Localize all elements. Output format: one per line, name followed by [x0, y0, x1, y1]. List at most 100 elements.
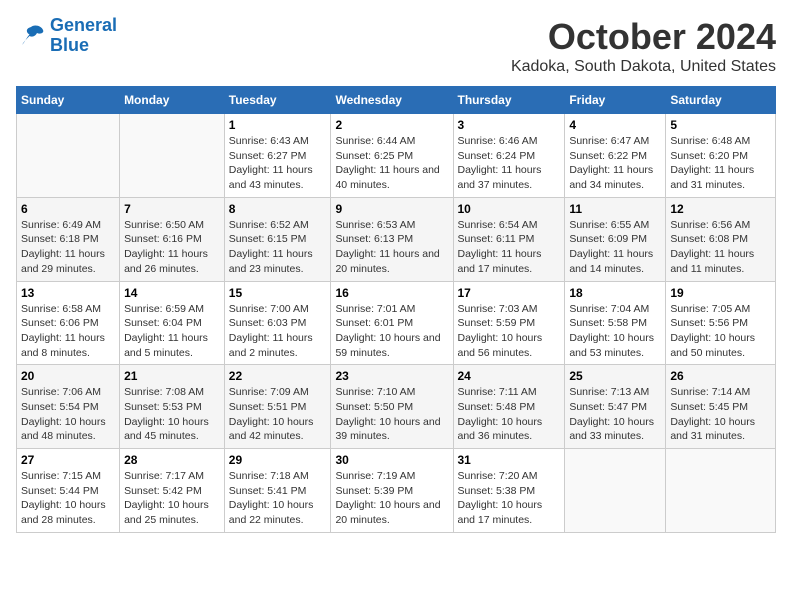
calendar-week-row: 27 Sunrise: 7:15 AM Sunset: 5:44 PM Dayli… — [17, 449, 776, 533]
day-info: Sunrise: 7:20 AM Sunset: 5:38 PM Dayligh… — [458, 469, 561, 528]
day-info: Sunrise: 7:18 AM Sunset: 5:41 PM Dayligh… — [229, 469, 327, 528]
logo: General Blue — [16, 16, 117, 56]
day-number: 27 — [21, 453, 115, 467]
calendar-day-cell: 20 Sunrise: 7:06 AM Sunset: 5:54 PM Dayli… — [17, 365, 120, 449]
day-info: Sunrise: 6:50 AM Sunset: 6:16 PM Dayligh… — [124, 218, 220, 277]
calendar-week-row: 1 Sunrise: 6:43 AM Sunset: 6:27 PM Daylig… — [17, 114, 776, 198]
day-info: Sunrise: 7:13 AM Sunset: 5:47 PM Dayligh… — [569, 385, 661, 444]
day-info: Sunrise: 7:19 AM Sunset: 5:39 PM Dayligh… — [335, 469, 448, 528]
day-info: Sunrise: 7:10 AM Sunset: 5:50 PM Dayligh… — [335, 385, 448, 444]
day-info: Sunrise: 6:46 AM Sunset: 6:24 PM Dayligh… — [458, 134, 561, 193]
day-info: Sunrise: 7:04 AM Sunset: 5:58 PM Dayligh… — [569, 302, 661, 361]
day-number: 14 — [124, 286, 220, 300]
day-number: 10 — [458, 202, 561, 216]
calendar-week-row: 6 Sunrise: 6:49 AM Sunset: 6:18 PM Daylig… — [17, 197, 776, 281]
calendar-day-cell: 30 Sunrise: 7:19 AM Sunset: 5:39 PM Dayli… — [331, 449, 453, 533]
calendar-day-cell: 1 Sunrise: 6:43 AM Sunset: 6:27 PM Daylig… — [224, 114, 331, 198]
day-number: 1 — [229, 118, 327, 132]
calendar-day-cell — [565, 449, 666, 533]
day-number: 29 — [229, 453, 327, 467]
day-number: 2 — [335, 118, 448, 132]
day-info: Sunrise: 6:56 AM Sunset: 6:08 PM Dayligh… — [670, 218, 771, 277]
calendar-day-cell: 7 Sunrise: 6:50 AM Sunset: 6:16 PM Daylig… — [120, 197, 225, 281]
title-area: October 2024 Kadoka, South Dakota, Unite… — [511, 16, 776, 76]
day-number: 19 — [670, 286, 771, 300]
logo-icon — [16, 21, 46, 51]
calendar-day-cell: 27 Sunrise: 7:15 AM Sunset: 5:44 PM Dayli… — [17, 449, 120, 533]
day-number: 7 — [124, 202, 220, 216]
calendar-day-cell: 22Sunrise: 7:09 AM Sunset: 5:51 PM Dayli… — [224, 365, 331, 449]
calendar-day-cell: 4 Sunrise: 6:47 AM Sunset: 6:22 PM Daylig… — [565, 114, 666, 198]
day-info: Sunrise: 7:06 AM Sunset: 5:54 PM Dayligh… — [21, 385, 115, 444]
calendar-day-cell — [666, 449, 776, 533]
day-info: Sunrise: 7:05 AM Sunset: 5:56 PM Dayligh… — [670, 302, 771, 361]
day-info: Sunrise: 6:55 AM Sunset: 6:09 PM Dayligh… — [569, 218, 661, 277]
day-number: 30 — [335, 453, 448, 467]
day-info: Sunrise: 6:54 AM Sunset: 6:11 PM Dayligh… — [458, 218, 561, 277]
day-info: Sunrise: 6:53 AM Sunset: 6:13 PM Dayligh… — [335, 218, 448, 277]
day-info: Sunrise: 6:48 AM Sunset: 6:20 PM Dayligh… — [670, 134, 771, 193]
calendar-day-cell: 17 Sunrise: 7:03 AM Sunset: 5:59 PM Dayli… — [453, 281, 565, 365]
calendar-day-cell: 16Sunrise: 7:01 AM Sunset: 6:01 PM Dayli… — [331, 281, 453, 365]
calendar-day-cell: 3 Sunrise: 6:46 AM Sunset: 6:24 PM Daylig… — [453, 114, 565, 198]
day-info: Sunrise: 7:08 AM Sunset: 5:53 PM Dayligh… — [124, 385, 220, 444]
day-of-week-header: Monday — [120, 87, 225, 114]
calendar-day-cell: 9Sunrise: 6:53 AM Sunset: 6:13 PM Daylig… — [331, 197, 453, 281]
calendar-day-cell: 11 Sunrise: 6:55 AM Sunset: 6:09 PM Dayli… — [565, 197, 666, 281]
calendar-day-cell: 8Sunrise: 6:52 AM Sunset: 6:15 PM Daylig… — [224, 197, 331, 281]
day-number: 4 — [569, 118, 661, 132]
calendar-day-cell: 29 Sunrise: 7:18 AM Sunset: 5:41 PM Dayli… — [224, 449, 331, 533]
day-number: 23 — [335, 369, 448, 383]
day-number: 28 — [124, 453, 220, 467]
month-title: October 2024 — [511, 16, 776, 58]
calendar-day-cell: 31Sunrise: 7:20 AM Sunset: 5:38 PM Dayli… — [453, 449, 565, 533]
calendar-day-cell: 12 Sunrise: 6:56 AM Sunset: 6:08 PM Dayli… — [666, 197, 776, 281]
day-of-week-header: Sunday — [17, 87, 120, 114]
day-number: 5 — [670, 118, 771, 132]
calendar-day-cell: 15Sunrise: 7:00 AM Sunset: 6:03 PM Dayli… — [224, 281, 331, 365]
calendar-day-cell: 10 Sunrise: 6:54 AM Sunset: 6:11 PM Dayli… — [453, 197, 565, 281]
day-number: 15 — [229, 286, 327, 300]
day-number: 13 — [21, 286, 115, 300]
calendar-table: SundayMondayTuesdayWednesdayThursdayFrid… — [16, 86, 776, 533]
day-info: Sunrise: 6:47 AM Sunset: 6:22 PM Dayligh… — [569, 134, 661, 193]
calendar-day-cell: 24 Sunrise: 7:11 AM Sunset: 5:48 PM Dayli… — [453, 365, 565, 449]
calendar-day-cell: 13 Sunrise: 6:58 AM Sunset: 6:06 PM Dayli… — [17, 281, 120, 365]
day-number: 18 — [569, 286, 661, 300]
day-number: 6 — [21, 202, 115, 216]
day-number: 17 — [458, 286, 561, 300]
day-info: Sunrise: 7:01 AM Sunset: 6:01 PM Dayligh… — [335, 302, 448, 361]
day-info: Sunrise: 6:43 AM Sunset: 6:27 PM Dayligh… — [229, 134, 327, 193]
day-info: Sunrise: 6:58 AM Sunset: 6:06 PM Dayligh… — [21, 302, 115, 361]
day-number: 12 — [670, 202, 771, 216]
calendar-week-row: 20 Sunrise: 7:06 AM Sunset: 5:54 PM Dayli… — [17, 365, 776, 449]
day-number: 25 — [569, 369, 661, 383]
day-number: 11 — [569, 202, 661, 216]
day-info: Sunrise: 7:03 AM Sunset: 5:59 PM Dayligh… — [458, 302, 561, 361]
logo-text: General Blue — [50, 16, 117, 56]
day-info: Sunrise: 7:14 AM Sunset: 5:45 PM Dayligh… — [670, 385, 771, 444]
day-number: 3 — [458, 118, 561, 132]
calendar-day-cell: 28 Sunrise: 7:17 AM Sunset: 5:42 PM Dayli… — [120, 449, 225, 533]
calendar-body: 1 Sunrise: 6:43 AM Sunset: 6:27 PM Daylig… — [17, 114, 776, 533]
calendar-header-row: SundayMondayTuesdayWednesdayThursdayFrid… — [17, 87, 776, 114]
calendar-day-cell: 5 Sunrise: 6:48 AM Sunset: 6:20 PM Daylig… — [666, 114, 776, 198]
day-of-week-header: Wednesday — [331, 87, 453, 114]
day-number: 20 — [21, 369, 115, 383]
calendar-week-row: 13 Sunrise: 6:58 AM Sunset: 6:06 PM Dayli… — [17, 281, 776, 365]
calendar-day-cell — [17, 114, 120, 198]
calendar-day-cell: 23 Sunrise: 7:10 AM Sunset: 5:50 PM Dayli… — [331, 365, 453, 449]
day-number: 21 — [124, 369, 220, 383]
day-info: Sunrise: 6:49 AM Sunset: 6:18 PM Dayligh… — [21, 218, 115, 277]
day-of-week-header: Thursday — [453, 87, 565, 114]
day-number: 24 — [458, 369, 561, 383]
day-info: Sunrise: 6:59 AM Sunset: 6:04 PM Dayligh… — [124, 302, 220, 361]
header: General Blue October 2024 Kadoka, South … — [16, 16, 776, 76]
day-info: Sunrise: 7:09 AM Sunset: 5:51 PM Dayligh… — [229, 385, 327, 444]
calendar-day-cell: 6 Sunrise: 6:49 AM Sunset: 6:18 PM Daylig… — [17, 197, 120, 281]
day-info: Sunrise: 7:15 AM Sunset: 5:44 PM Dayligh… — [21, 469, 115, 528]
day-info: Sunrise: 7:11 AM Sunset: 5:48 PM Dayligh… — [458, 385, 561, 444]
day-info: Sunrise: 7:17 AM Sunset: 5:42 PM Dayligh… — [124, 469, 220, 528]
day-number: 26 — [670, 369, 771, 383]
calendar-day-cell: 14 Sunrise: 6:59 AM Sunset: 6:04 PM Dayli… — [120, 281, 225, 365]
